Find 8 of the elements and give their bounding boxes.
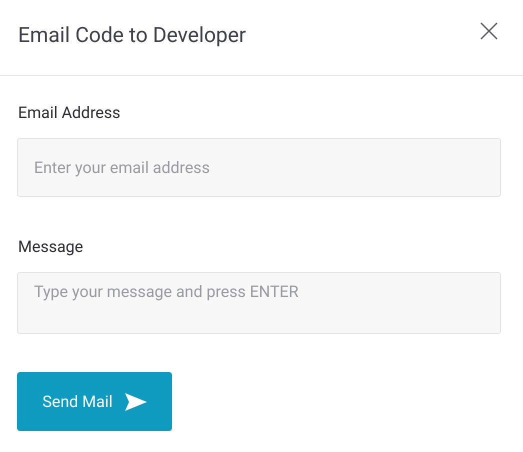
field-label: Email Address: [18, 103, 122, 122]
email-field[interactable]: Enter your email address: [17, 138, 501, 197]
message-field[interactable]: Type your message and press ENTER: [17, 272, 501, 334]
close-icon[interactable]: [479, 20, 499, 40]
send-mail-button[interactable]: Send Mail: [17, 372, 172, 431]
field-label: Message: [18, 237, 84, 256]
send-icon: [124, 392, 147, 410]
dialog-title: Email Code to Developer: [18, 24, 246, 48]
